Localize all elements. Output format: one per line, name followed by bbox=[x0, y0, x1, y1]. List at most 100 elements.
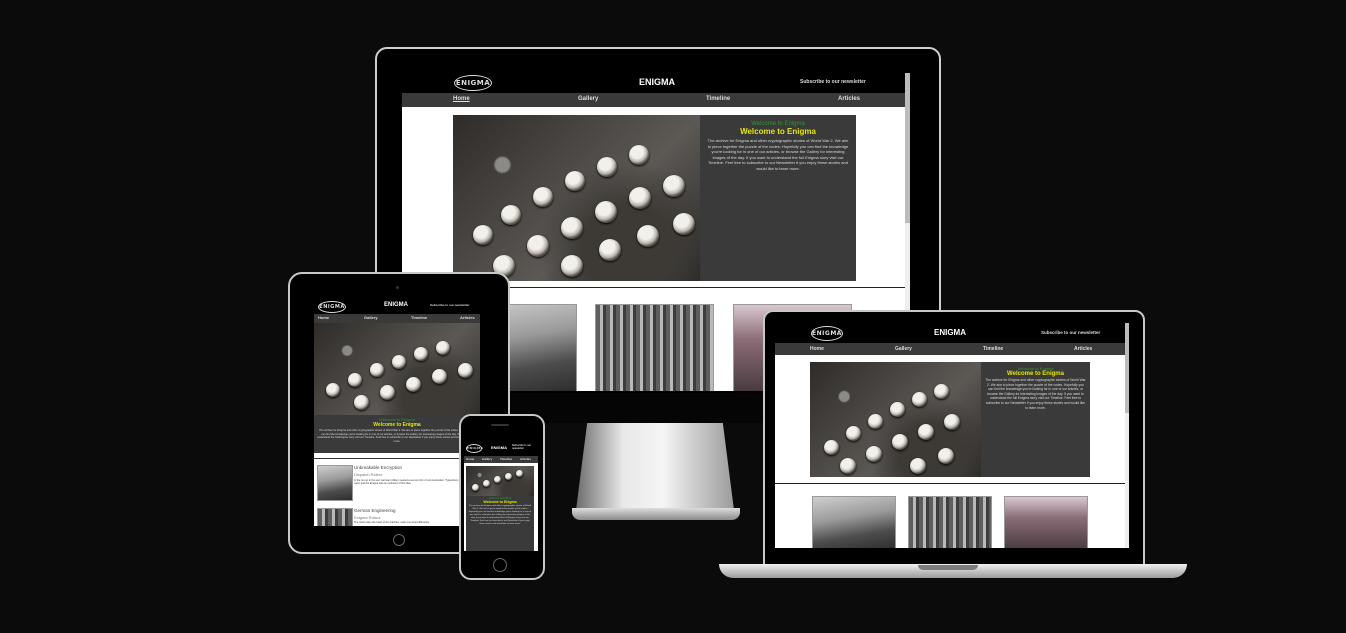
phone-screen: ENIGMA ENIGMA Subscribe to our newslette… bbox=[464, 441, 538, 551]
key bbox=[380, 385, 395, 400]
hero-image bbox=[810, 362, 981, 477]
key bbox=[348, 373, 362, 387]
article-thumb[interactable] bbox=[317, 465, 353, 501]
article-snippet: In the run up to the war, German militar… bbox=[354, 479, 475, 486]
key bbox=[414, 347, 428, 361]
key bbox=[473, 225, 493, 245]
nav-home[interactable]: Home bbox=[466, 457, 474, 461]
key bbox=[494, 476, 501, 483]
newsletter-link[interactable]: Subscribe to our newsletter bbox=[1041, 330, 1100, 335]
key bbox=[892, 434, 908, 450]
key bbox=[501, 205, 521, 225]
article-title[interactable]: German Engineering bbox=[354, 508, 396, 513]
enigma-logo[interactable]: ENIGMA bbox=[318, 301, 346, 313]
key bbox=[326, 383, 340, 397]
phone-speaker bbox=[491, 424, 509, 426]
gallery-thumb-rotor[interactable] bbox=[908, 496, 992, 548]
key bbox=[516, 470, 523, 477]
site-brand: ENIGMA bbox=[384, 302, 408, 308]
key bbox=[868, 414, 883, 429]
key bbox=[458, 363, 473, 378]
nav-gallery[interactable]: Gallery bbox=[578, 96, 598, 102]
key bbox=[938, 448, 954, 464]
site-nav: Home Gallery Timeline Articles bbox=[464, 456, 538, 463]
tablet-home-button[interactable] bbox=[393, 534, 405, 546]
nav-timeline[interactable]: Timeline bbox=[983, 346, 1003, 352]
article-snippet: The rotors were the heart of the machine… bbox=[354, 521, 430, 524]
site-header: ENIGMA ENIGMA Subscribe to our newslette… bbox=[314, 298, 480, 314]
hero-text-panel: Welcome to Enigma Welcome to Enigma The … bbox=[314, 415, 480, 453]
gallery-thumb-dirt[interactable] bbox=[812, 496, 896, 548]
site-header: ENIGMA ENIGMA Subscribe to our newslette… bbox=[775, 323, 1129, 343]
key bbox=[354, 395, 369, 410]
key bbox=[527, 235, 549, 257]
scrollbar[interactable] bbox=[1125, 323, 1129, 548]
enigma-logo[interactable]: ENIGMA bbox=[466, 444, 483, 453]
hero-text-panel: Welcome to Enigma Welcome to Enigma The … bbox=[700, 115, 856, 281]
nav-articles[interactable]: Articles bbox=[838, 96, 860, 102]
welcome-paragraph: The archive for Enigma and other cryptog… bbox=[317, 429, 477, 443]
key bbox=[629, 145, 649, 165]
key bbox=[866, 446, 882, 462]
laptop-notch bbox=[918, 565, 978, 570]
gallery-thumb-house[interactable] bbox=[1004, 496, 1088, 548]
key bbox=[910, 458, 926, 474]
nav-articles[interactable]: Articles bbox=[460, 315, 475, 320]
nav-home[interactable]: Home bbox=[453, 96, 470, 102]
laptop-screen: ENIGMA ENIGMA Subscribe to our newslette… bbox=[775, 323, 1129, 548]
newsletter-link[interactable]: Subscribe to our newsletter bbox=[800, 79, 866, 85]
newsletter-link[interactable]: Subscribe to our newsletter bbox=[430, 303, 470, 307]
key bbox=[934, 384, 949, 399]
site-nav: Home Gallery Timeline Articles bbox=[402, 93, 910, 107]
nav-gallery[interactable]: Gallery bbox=[364, 315, 378, 320]
nav-home[interactable]: Home bbox=[318, 315, 329, 320]
enigma-logo[interactable]: ENIGMA bbox=[811, 326, 843, 341]
nav-gallery[interactable]: Gallery bbox=[482, 457, 492, 461]
monitor-stand bbox=[575, 418, 735, 518]
nav-articles[interactable]: Articles bbox=[1074, 346, 1092, 352]
article-thumb[interactable] bbox=[317, 508, 353, 526]
section-divider bbox=[775, 483, 1129, 484]
site-header: ENIGMA ENIGMA Subscribe to our newslette… bbox=[464, 441, 538, 456]
hero-image bbox=[314, 323, 480, 415]
key bbox=[561, 255, 583, 277]
key bbox=[673, 213, 695, 235]
gallery-thumb-rotor[interactable] bbox=[595, 304, 714, 391]
key bbox=[846, 426, 861, 441]
nav-timeline[interactable]: Timeline bbox=[411, 315, 427, 320]
site-nav: Home Gallery Timeline Articles bbox=[314, 314, 480, 323]
key bbox=[595, 201, 617, 223]
enigma-logo[interactable]: ENIGMA bbox=[454, 75, 492, 91]
nav-articles[interactable]: Articles bbox=[520, 457, 531, 461]
nav-home[interactable]: Home bbox=[810, 346, 824, 352]
nav-timeline[interactable]: Timeline bbox=[500, 457, 512, 461]
key bbox=[370, 363, 384, 377]
key bbox=[392, 355, 406, 369]
phone-home-button[interactable] bbox=[493, 558, 507, 572]
site-brand: ENIGMA bbox=[934, 328, 966, 337]
key bbox=[533, 187, 553, 207]
hero-image bbox=[453, 115, 700, 281]
welcome-paragraph: The archive for Enigma and other cryptog… bbox=[468, 505, 532, 525]
newsletter-link[interactable]: Subscribe to our newsletter bbox=[512, 444, 536, 450]
key bbox=[406, 377, 421, 392]
article-title[interactable]: Unbreakable Encryption bbox=[354, 465, 402, 470]
key bbox=[599, 239, 621, 261]
key bbox=[824, 440, 839, 455]
key bbox=[912, 392, 927, 407]
nav-gallery[interactable]: Gallery bbox=[895, 346, 912, 352]
monitor-stand-base bbox=[572, 508, 740, 520]
article-subtitle: Dispatch Riders bbox=[354, 472, 383, 477]
site-header: ENIGMA ENIGMA Subscribe to our newslette… bbox=[402, 73, 910, 93]
tablet-screen: ENIGMA ENIGMA Subscribe to our newslette… bbox=[314, 298, 480, 526]
key bbox=[840, 458, 856, 474]
key bbox=[890, 402, 905, 417]
key bbox=[918, 424, 934, 440]
key bbox=[597, 157, 617, 177]
hero-text-panel: Welcome to Enigma Welcome to Enigma The … bbox=[981, 362, 1090, 477]
welcome-paragraph: The archive for Enigma and other cryptog… bbox=[985, 378, 1086, 410]
nav-timeline[interactable]: Timeline bbox=[706, 96, 730, 102]
section-divider bbox=[314, 458, 480, 459]
site-brand: ENIGMA bbox=[639, 77, 675, 87]
tablet-camera bbox=[396, 286, 399, 289]
